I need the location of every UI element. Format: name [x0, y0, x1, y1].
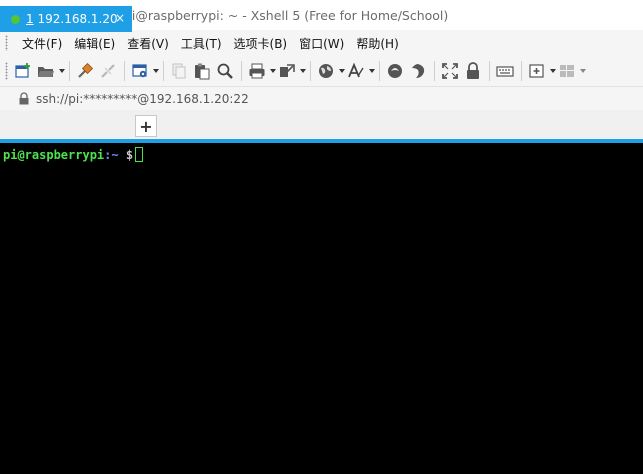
font-dropdown[interactable]	[368, 59, 375, 83]
open-dropdown[interactable]	[58, 59, 65, 83]
add-tab-button[interactable]	[526, 59, 548, 83]
encoding-button[interactable]	[315, 59, 337, 83]
tab-close-icon[interactable]: ×	[114, 11, 126, 25]
toolbar	[0, 56, 643, 86]
add-tab-icon	[529, 64, 544, 78]
menu-help[interactable]: 帮助(H)	[350, 35, 404, 52]
new-session-icon	[15, 63, 30, 78]
terminal-area[interactable]: pi@raspberrypi:~ $	[0, 143, 643, 474]
print-icon	[249, 63, 265, 79]
menu-file[interactable]: 文件(F)	[16, 35, 68, 52]
menu-bar: 文件(F) 编辑(E) 查看(V) 工具(T) 选项卡(B) 窗口(W) 帮助(…	[0, 30, 643, 56]
connect-icon	[78, 62, 94, 78]
paste-button[interactable]	[191, 59, 213, 83]
tab-index: 1	[26, 12, 34, 26]
shell-prompt: pi@raspberrypi:~ $	[3, 148, 140, 162]
new-tab-button[interactable]: +	[135, 115, 157, 137]
prompt-path: :~	[104, 148, 119, 162]
transfer-dropdown[interactable]	[299, 59, 306, 83]
session-address[interactable]: ssh://pi:*********@192.168.1.20:22	[36, 92, 249, 106]
print-button[interactable]	[246, 59, 268, 83]
connection-status-icon	[11, 14, 20, 24]
transfer-button[interactable]	[276, 59, 298, 83]
toolbar-separator	[434, 61, 435, 81]
add-tab-dropdown[interactable]	[549, 59, 556, 83]
font-button[interactable]	[345, 59, 367, 83]
properties-dropdown[interactable]	[152, 59, 159, 83]
chevron-down-icon	[368, 69, 375, 73]
menu-tab[interactable]: 选项卡(B)	[228, 35, 294, 52]
copy-icon	[172, 63, 186, 79]
toolbar-separator	[241, 61, 242, 81]
toolbar-grip[interactable]	[5, 62, 8, 80]
xftp-button[interactable]	[384, 59, 406, 83]
paste-icon	[195, 63, 210, 80]
prompt-user-host: pi@raspberrypi	[3, 148, 105, 162]
font-icon	[348, 62, 364, 78]
address-bar[interactable]: ssh://pi:*********@192.168.1.20:22	[0, 86, 643, 110]
fullscreen-button[interactable]	[439, 59, 461, 83]
chevron-down-icon	[152, 69, 159, 73]
fullscreen-icon	[442, 63, 458, 79]
lock-icon	[467, 62, 479, 79]
keyboard-icon	[496, 66, 514, 77]
toolbar-separator	[69, 61, 70, 81]
terminal-cursor	[135, 147, 143, 162]
menu-edit[interactable]: 编辑(E)	[68, 35, 121, 52]
chevron-down-icon	[579, 69, 586, 73]
find-button[interactable]	[214, 59, 236, 83]
xmanager-icon	[412, 64, 425, 78]
layout-icon	[560, 65, 574, 77]
print-dropdown[interactable]	[269, 59, 276, 83]
disconnect-icon	[101, 64, 115, 78]
lock-icon	[19, 92, 29, 105]
copy-button[interactable]	[168, 59, 190, 83]
toolbar-separator	[379, 61, 380, 81]
toolbar-separator	[124, 61, 125, 81]
xmanager-button[interactable]	[407, 59, 429, 83]
keyboard-button[interactable]	[494, 59, 516, 83]
tab-bar	[0, 110, 643, 140]
chevron-down-icon	[269, 69, 276, 73]
chevron-down-icon	[549, 69, 556, 73]
toolbar-separator	[489, 61, 490, 81]
new-session-button[interactable]	[12, 59, 34, 83]
lock-screen-button[interactable]	[462, 59, 484, 83]
menu-window[interactable]: 窗口(W)	[293, 35, 350, 52]
tab-host: 192.168.1.20	[37, 12, 118, 26]
properties-button[interactable]	[129, 59, 151, 83]
connect-button[interactable]	[74, 59, 96, 83]
chevron-down-icon	[58, 69, 65, 73]
layout-button[interactable]	[556, 59, 578, 83]
encoding-dropdown[interactable]	[338, 59, 345, 83]
layout-dropdown[interactable]	[579, 59, 586, 83]
menu-grip[interactable]	[5, 35, 8, 51]
transfer-icon	[280, 64, 295, 77]
properties-icon	[132, 64, 147, 78]
tab-label: 1 192.168.1.20	[26, 12, 118, 26]
toolbar-separator	[521, 61, 522, 81]
chevron-down-icon	[299, 69, 306, 73]
tab-session-1[interactable]: 1 192.168.1.20 ×	[0, 6, 132, 32]
disconnect-button[interactable]	[97, 59, 119, 83]
menu-view[interactable]: 查看(V)	[121, 35, 175, 52]
chevron-down-icon	[338, 69, 345, 73]
open-button[interactable]	[35, 59, 57, 83]
open-folder-icon	[38, 67, 54, 77]
toolbar-separator	[310, 61, 311, 81]
xftp-icon	[388, 64, 402, 78]
search-icon	[217, 63, 233, 79]
globe-icon	[319, 64, 333, 78]
menu-tools[interactable]: 工具(T)	[175, 35, 228, 52]
toolbar-separator	[163, 61, 164, 81]
